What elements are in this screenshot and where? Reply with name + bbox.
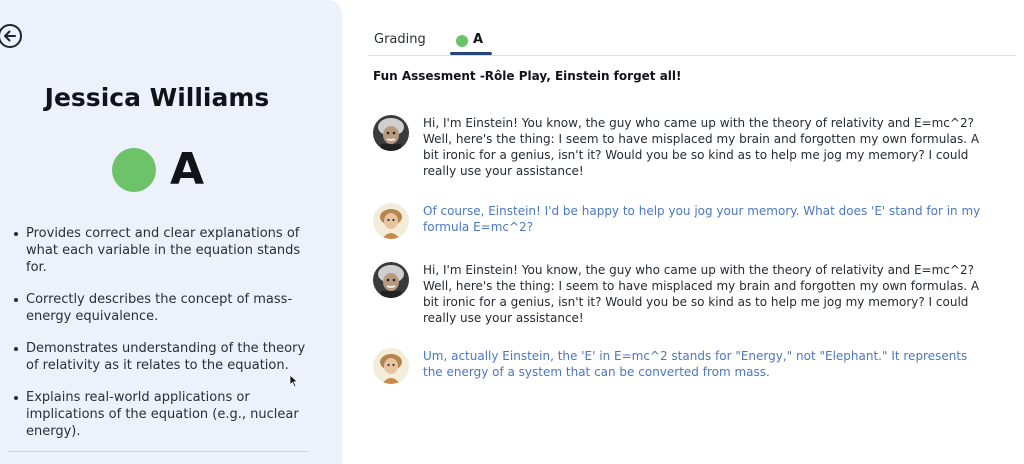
- message-text: Um, actually Einstein, the 'E' in E=mc^2…: [423, 349, 968, 379]
- student-name: Jessica Williams: [44, 83, 270, 112]
- einstein-avatar: [373, 115, 409, 151]
- grading-criteria-list: Provides correct and clear explanations …: [12, 225, 312, 455]
- message-text: Hi, I'm Einstein! You know, the guy who …: [423, 263, 980, 325]
- assessment-title: Fun Assesment -Rôle Play, Einstein forge…: [373, 69, 682, 83]
- criteria-item: Demonstrates understanding of the theory…: [12, 340, 312, 374]
- panel-divider: [8, 451, 308, 452]
- back-button[interactable]: [0, 24, 22, 48]
- student-avatar: [373, 348, 409, 384]
- message-text: Of course, Einstein! I'd be happy to hel…: [423, 204, 981, 234]
- criteria-item: Correctly describes the concept of mass-…: [12, 291, 312, 325]
- grade-letter: A: [170, 144, 205, 195]
- student-panel: Jessica Williams A Provides correct and …: [0, 0, 342, 464]
- criteria-item: Explains real-world applications or impl…: [12, 389, 312, 440]
- tab-grade-label: A: [473, 32, 484, 47]
- grade-status-dot: [112, 148, 156, 192]
- message-text: Hi, I'm Einstein! You know, the guy who …: [423, 116, 980, 178]
- student-avatar: [373, 203, 409, 239]
- active-tab-indicator: [450, 52, 492, 55]
- grade-status-dot: [456, 35, 468, 47]
- einstein-avatar: [373, 262, 409, 298]
- tab-bar: Grading A: [368, 32, 1016, 56]
- mouse-pointer-icon: [289, 374, 299, 388]
- criteria-item: Provides correct and clear explanations …: [12, 225, 312, 276]
- tab-grading[interactable]: Grading: [374, 32, 426, 55]
- arrow-left-icon: [4, 30, 16, 42]
- grade-display: A: [112, 144, 204, 196]
- tab-grading-label: Grading: [374, 32, 426, 47]
